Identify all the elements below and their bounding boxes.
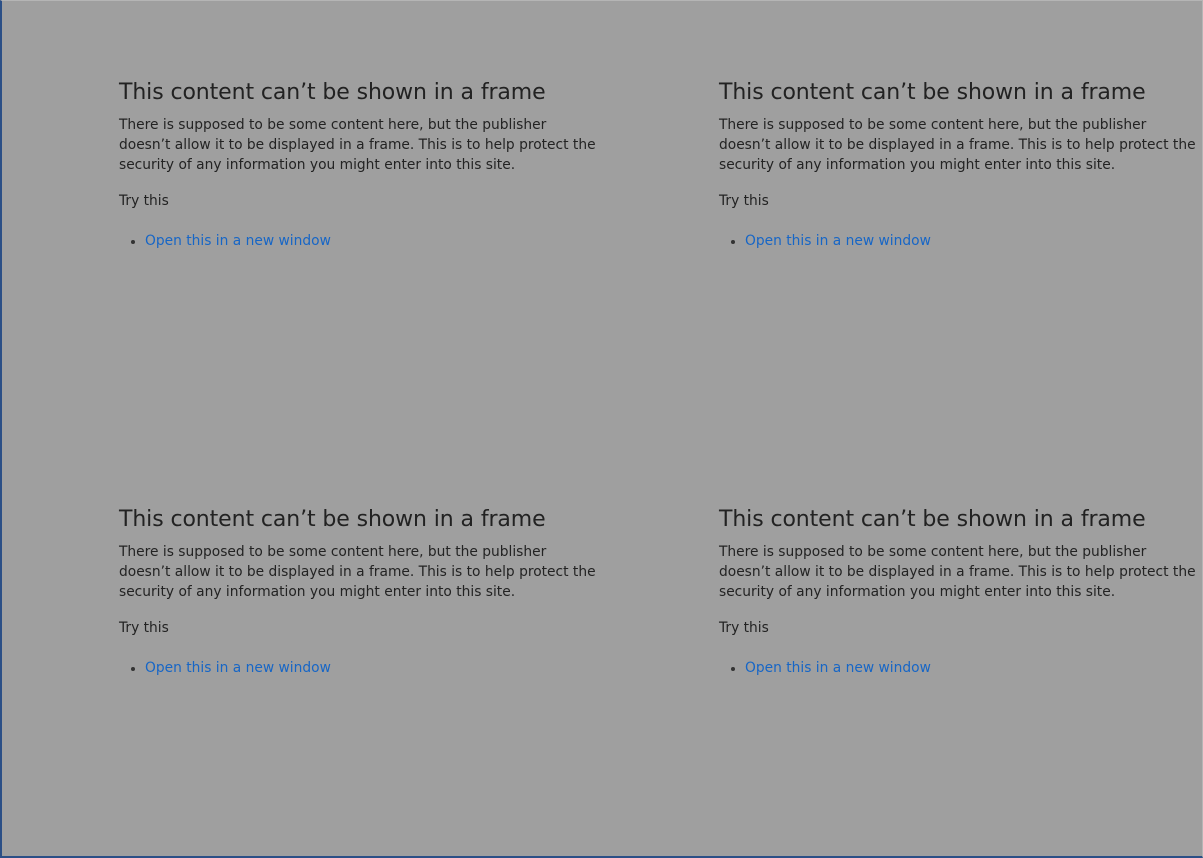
list-item: Open this in a new window [719, 658, 1199, 678]
frame-pane-bottom-left: This content can’t be shown in a frame T… [0, 428, 600, 858]
message-body: There is supposed to be some content her… [119, 544, 596, 600]
action-list: Open this in a new window [719, 658, 1199, 678]
blocked-content-message: This content can’t be shown in a frame T… [719, 77, 1199, 251]
message-heading: This content can’t be shown in a frame [119, 507, 546, 532]
try-this-label: Try this [119, 193, 169, 209]
action-list: Open this in a new window [719, 231, 1199, 251]
bullet-icon [731, 240, 735, 244]
list-item: Open this in a new window [119, 658, 599, 678]
message-heading: This content can’t be shown in a frame [719, 507, 1146, 532]
list-item: Open this in a new window [719, 231, 1199, 251]
list-item: Open this in a new window [119, 231, 599, 251]
try-this-label: Try this [719, 620, 769, 636]
open-in-new-window-link[interactable]: Open this in a new window [745, 660, 931, 676]
try-this-label: Try this [119, 620, 169, 636]
frame-pane-top-right: This content can’t be shown in a frame T… [600, 0, 1203, 428]
open-in-new-window-link[interactable]: Open this in a new window [145, 660, 331, 676]
open-in-new-window-link[interactable]: Open this in a new window [145, 233, 331, 249]
message-heading: This content can’t be shown in a frame [719, 80, 1146, 105]
message-heading: This content can’t be shown in a frame [119, 80, 546, 105]
action-list: Open this in a new window [119, 658, 599, 678]
blocked-content-message: This content can’t be shown in a frame T… [119, 504, 599, 678]
frame-pane-bottom-right: This content can’t be shown in a frame T… [600, 428, 1203, 858]
frame-grid: This content can’t be shown in a frame T… [0, 0, 1203, 858]
action-list: Open this in a new window [119, 231, 599, 251]
bullet-icon [731, 667, 735, 671]
message-body: There is supposed to be some content her… [719, 544, 1196, 600]
blocked-content-message: This content can’t be shown in a frame T… [119, 77, 599, 251]
message-body: There is supposed to be some content her… [719, 117, 1196, 173]
frame-pane-top-left: This content can’t be shown in a frame T… [0, 0, 600, 428]
open-in-new-window-link[interactable]: Open this in a new window [745, 233, 931, 249]
bullet-icon [131, 240, 135, 244]
bullet-icon [131, 667, 135, 671]
try-this-label: Try this [719, 193, 769, 209]
message-body: There is supposed to be some content her… [119, 117, 596, 173]
blocked-content-message: This content can’t be shown in a frame T… [719, 504, 1199, 678]
